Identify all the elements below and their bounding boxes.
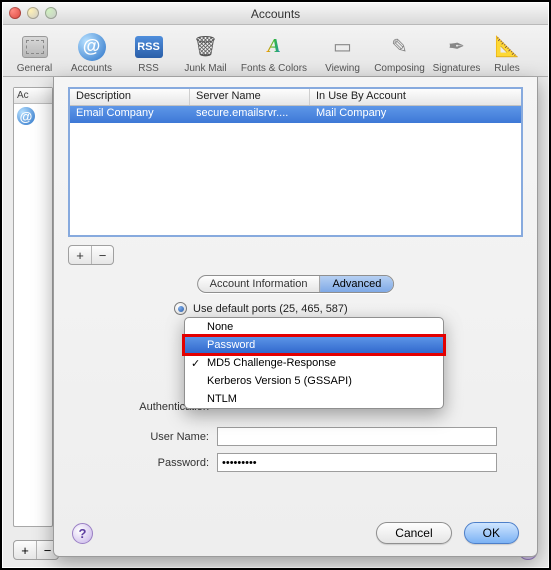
auth-option-none[interactable]: None [185,318,443,336]
toolbar-viewing[interactable]: ▭ Viewing [315,26,370,76]
toolbar-rss[interactable]: RSS RSS [121,26,176,76]
radio-icon [174,302,187,315]
at-icon: @ [17,107,35,125]
toolbar-accounts[interactable]: @ Accounts [64,26,119,76]
at-icon: @ [78,33,106,61]
authentication-menu: None Password ✓MD5 Challenge-Response Ke… [184,317,444,409]
default-ports-radio[interactable]: Use default ports (25, 465, 587) [174,302,348,315]
smtp-servers-table[interactable]: Description Server Name In Use By Accoun… [68,87,523,237]
smtp-servers-sheet: Description Server Name In Use By Accoun… [53,77,538,557]
cell-in-use-by: Mail Company [310,106,521,123]
tab-account-information[interactable]: Account Information [198,276,320,292]
auth-option-ntlm[interactable]: NTLM [185,390,443,408]
fonts-colors-icon: A [260,33,288,61]
window-title: Accounts [251,7,300,21]
label-username: User Name: [94,431,209,443]
remove-server-button[interactable]: − [91,246,113,264]
switches-icon [22,36,48,58]
auth-option-kerberos[interactable]: Kerberos Version 5 (GSSAPI) [185,372,443,390]
signature-icon: ✒ [443,33,471,61]
preferences-toolbar: General @ Accounts RSS RSS 🗑 Junk Mail A… [3,25,548,77]
toolbar-composing[interactable]: ✎ Composing [372,26,427,76]
toolbar-rules[interactable]: 📐 Rules [486,26,528,76]
col-server-name[interactable]: Server Name [190,89,310,105]
sidebar-account-item[interactable]: @ [14,104,52,128]
close-icon[interactable] [9,7,21,19]
pencil-icon: ✎ [386,33,414,61]
zoom-icon[interactable] [45,7,57,19]
cell-description: Email Company [70,106,190,123]
label-password: Password: [94,457,209,469]
ok-button[interactable]: OK [464,522,519,544]
sidebar-add-button[interactable]: + [14,541,36,559]
toolbar-junk[interactable]: 🗑 Junk Mail [178,26,233,76]
trash-icon: 🗑 [192,33,220,61]
password-field[interactable] [217,453,497,472]
col-description[interactable]: Description [70,89,190,105]
cancel-button[interactable]: Cancel [376,522,451,544]
tab-advanced[interactable]: Advanced [319,276,393,292]
titlebar: Accounts [3,3,548,25]
toolbar-signatures[interactable]: ✒ Signatures [429,26,484,76]
rss-icon: RSS [135,36,163,58]
toolbar-general[interactable]: General [7,26,62,76]
rules-icon: 📐 [493,33,521,61]
minimize-icon[interactable] [27,7,39,19]
accounts-sidebar: Ac @ [13,87,53,527]
sheet-tabs: Account Information Advanced [197,275,395,293]
table-row[interactable]: Email Company secure.emailsrvr.... Mail … [70,106,521,123]
sheet-help-button[interactable]: ? [72,523,93,544]
server-add-remove: + − [68,245,114,265]
preferences-window: Accounts General @ Accounts RSS RSS 🗑 Ju… [3,3,548,567]
col-in-use-by[interactable]: In Use By Account [310,89,521,105]
toolbar-fonts-colors[interactable]: A Fonts & Colors [235,26,313,76]
add-server-button[interactable]: + [69,246,91,264]
table-header-row: Description Server Name In Use By Accoun… [70,89,521,106]
checkmark-icon: ✓ [191,355,200,373]
username-field[interactable] [217,427,497,446]
auth-option-md5[interactable]: ✓MD5 Challenge-Response [185,354,443,372]
auth-option-password[interactable]: Password [185,336,443,354]
viewing-icon: ▭ [329,33,357,61]
sidebar-header: Ac [14,88,52,104]
cell-server-name: secure.emailsrvr.... [190,106,310,123]
default-ports-label: Use default ports (25, 465, 587) [193,303,348,315]
